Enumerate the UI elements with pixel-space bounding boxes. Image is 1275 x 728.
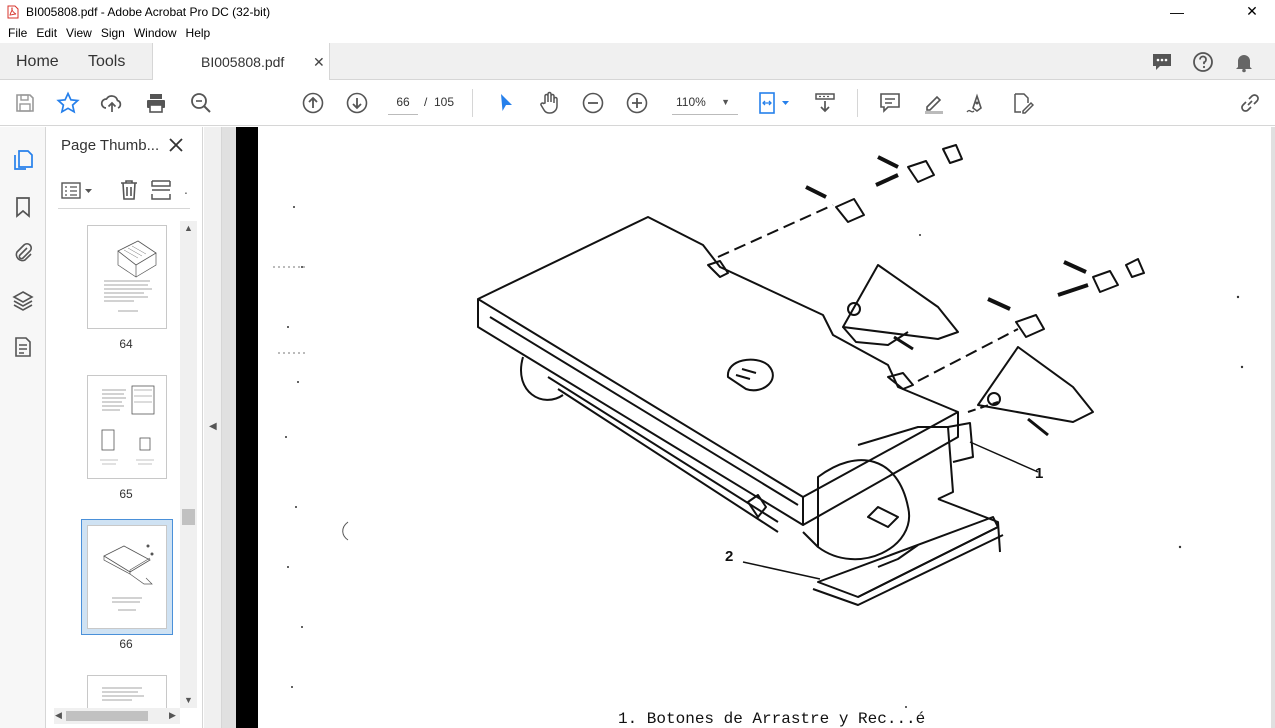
document-icon[interactable] — [11, 335, 35, 359]
help-icon[interactable] — [1192, 51, 1214, 73]
scroll-up-arrow-icon[interactable]: ▲ — [184, 223, 193, 233]
window-title: BI005808.pdf - Adobe Acrobat Pro DC (32-… — [26, 4, 271, 19]
thumbnail-page-number: 66 — [119, 637, 133, 651]
title-bar: BI005808.pdf - Adobe Acrobat Pro DC (32-… — [0, 0, 1275, 23]
menu-bar: File Edit View Sign Window Help — [0, 23, 1275, 43]
save-icon[interactable] — [13, 91, 37, 115]
trash-icon[interactable] — [118, 178, 140, 202]
more-options-icon[interactable]: . — [184, 181, 188, 197]
thumbnail-options-icon[interactable] — [60, 181, 96, 201]
scroll-down-arrow-icon[interactable]: ▼ — [184, 695, 193, 705]
zoom-in-icon[interactable] — [625, 91, 649, 115]
tab-home[interactable]: Home — [16, 43, 59, 80]
scrollbar-thumb[interactable] — [66, 711, 148, 721]
document-tab-close-button[interactable]: ✕ — [313, 54, 325, 71]
page-thumbnail-selected[interactable] — [87, 525, 167, 629]
scrollbar-thumb[interactable] — [182, 509, 195, 525]
technical-drawing — [273, 144, 1244, 708]
print-icon[interactable] — [144, 91, 168, 115]
zoom-level-select[interactable]: 110% ▼ — [672, 89, 738, 115]
page-up-icon[interactable] — [301, 91, 325, 115]
star-icon[interactable] — [56, 91, 80, 115]
bookmarks-icon[interactable] — [11, 195, 35, 219]
current-page-input[interactable]: 66 — [388, 89, 418, 115]
page-down-icon[interactable] — [345, 91, 369, 115]
collapse-arrow-icon[interactable]: ◀ — [209, 421, 217, 432]
page-separator: / — [424, 95, 428, 109]
close-icon[interactable] — [166, 135, 186, 155]
page-thumbnails-icon[interactable] — [11, 148, 35, 172]
thumbnail-vertical-scrollbar[interactable]: ▲ ▼ — [180, 221, 197, 708]
acrobat-pdf-icon — [7, 5, 19, 18]
highlight-icon[interactable] — [922, 91, 946, 115]
menu-sign[interactable]: Sign — [97, 26, 129, 40]
navigation-rail — [0, 127, 46, 728]
tab-document[interactable]: BI005808.pdf ✕ — [152, 43, 330, 81]
chevron-down-icon: ▼ — [721, 97, 730, 107]
extract-pages-icon[interactable] — [150, 178, 172, 202]
menu-window[interactable]: Window — [130, 26, 181, 40]
toolbar-separator — [472, 89, 473, 117]
figure-caption: 1. Botones de Arrastre y Rec...é — [618, 710, 926, 728]
share-link-icon[interactable] — [1238, 91, 1262, 115]
layers-icon[interactable] — [11, 289, 35, 313]
callout-label: 2 — [725, 548, 734, 565]
comment-icon[interactable] — [878, 91, 902, 115]
thumbnail-horizontal-scrollbar[interactable]: ◀ ▶ — [54, 708, 180, 724]
thumbnail-page-number: 65 — [119, 487, 133, 501]
scanned-page-edge — [236, 127, 258, 728]
page-thumbnail-preview — [104, 240, 157, 312]
tab-tools[interactable]: Tools — [88, 43, 125, 80]
page-thumbnail[interactable] — [87, 375, 167, 479]
callout-label: 1 — [1035, 465, 1044, 482]
attachments-icon[interactable] — [11, 241, 35, 265]
page-thumbnail-preview — [103, 544, 154, 611]
page-thumbnail[interactable] — [87, 675, 167, 708]
scroll-right-arrow-icon[interactable]: ▶ — [169, 710, 176, 721]
page-thumbnail-preview — [102, 687, 144, 701]
thumbnail-toolbar: . — [58, 175, 190, 209]
zoom-out-icon[interactable] — [581, 91, 605, 115]
page-thumbnail[interactable] — [87, 225, 167, 329]
menu-edit[interactable]: Edit — [32, 26, 61, 40]
document-tab-label: BI005808.pdf — [201, 54, 285, 70]
upload-icon[interactable] — [100, 91, 124, 115]
hand-icon[interactable] — [537, 91, 561, 115]
chat-icon[interactable] — [1151, 51, 1173, 73]
fit-page-icon[interactable] — [757, 91, 793, 115]
page-thumbnail-preview — [100, 385, 155, 465]
page-thumbnails-panel: Page Thumb... . 64 65 66 ▲ ▼ ◀ ▶ — [46, 127, 203, 728]
total-pages: 105 — [434, 95, 455, 109]
select-cursor-icon[interactable] — [494, 91, 518, 115]
thumbnail-page-number: 64 — [119, 337, 133, 351]
zoom-level-value: 110% — [676, 95, 706, 109]
zoom-search-icon[interactable] — [189, 91, 213, 115]
edit-pdf-icon[interactable] — [1010, 91, 1034, 115]
menu-help[interactable]: Help — [182, 26, 215, 40]
main-toolbar — [0, 80, 1275, 126]
minimize-button[interactable]: — — [1154, 0, 1200, 23]
bell-icon[interactable] — [1233, 51, 1255, 73]
sign-icon[interactable] — [965, 91, 989, 115]
menu-file[interactable]: File — [4, 26, 31, 40]
panel-collapse-handle[interactable]: ◀ — [204, 127, 222, 728]
scroll-left-arrow-icon[interactable]: ◀ — [55, 710, 62, 721]
tab-bar: Home Tools BI005808.pdf ✕ — [0, 43, 1275, 81]
panel-title: Page Thumb... — [61, 137, 160, 154]
scroll-mode-icon[interactable] — [813, 91, 837, 115]
menu-view[interactable]: View — [62, 26, 96, 40]
close-window-button[interactable]: ✕ — [1229, 0, 1275, 23]
toolbar-separator — [857, 89, 858, 117]
